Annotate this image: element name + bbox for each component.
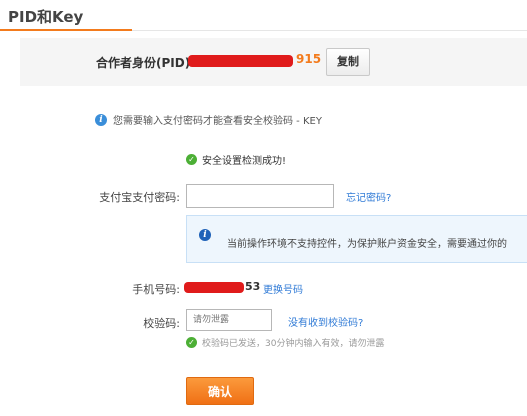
change-phone-link[interactable]: 更换号码	[263, 281, 303, 296]
code-label: 校验码:	[143, 317, 180, 330]
confirm-button[interactable]: 确认	[186, 377, 254, 405]
control-warning: i 当前操作环境不支持控件，为保护账户资金安全，需要通过你的	[186, 215, 527, 263]
payment-password-field[interactable]	[186, 184, 334, 208]
warning-text: 当前操作环境不支持控件，为保护账户资金安全，需要通过你的	[227, 239, 507, 250]
page-title: PID和Key	[8, 8, 84, 26]
check-icon: ✓	[186, 337, 197, 348]
info-icon: i	[95, 113, 107, 126]
code-sent-text: 校验码已发送，30分钟内输入有效，请勿泄露	[202, 339, 385, 349]
info-text: 您需要输入支付密码才能查看安全校验码 - KEY	[113, 116, 322, 127]
security-check-text: 安全设置检测成功!	[202, 156, 287, 167]
pid-redaction	[188, 55, 293, 67]
phone-label: 手机号码:	[132, 283, 180, 296]
info-notice: i 您需要输入支付密码才能查看安全校验码 - KEY	[95, 112, 322, 127]
security-check-status: ✓ 安全设置检测成功!	[186, 152, 286, 167]
pid-panel: 合作者身份(PID) 915 复制	[20, 38, 527, 86]
password-label: 支付宝支付密码:	[99, 191, 180, 204]
copy-button[interactable]: 复制	[326, 48, 370, 76]
code-sent-notice: ✓ 校验码已发送，30分钟内输入有效，请勿泄露	[186, 336, 384, 349]
divider	[132, 30, 527, 31]
phone-suffix: 53	[245, 280, 261, 293]
pid-suffix: 915	[296, 52, 322, 66]
forgot-password-link[interactable]: 忘记密码?	[346, 189, 391, 204]
pid-key-page: PID和Key 合作者身份(PID) 915 复制 i 您需要输入支付密码才能查…	[0, 0, 527, 416]
verification-code-input[interactable]	[186, 309, 272, 331]
info-icon: i	[199, 229, 211, 241]
no-code-link[interactable]: 没有收到校验码?	[288, 314, 363, 329]
title-underline	[0, 29, 132, 31]
check-icon: ✓	[186, 154, 197, 165]
phone-redaction	[184, 282, 244, 293]
pid-label: 合作者身份(PID)	[96, 56, 191, 70]
